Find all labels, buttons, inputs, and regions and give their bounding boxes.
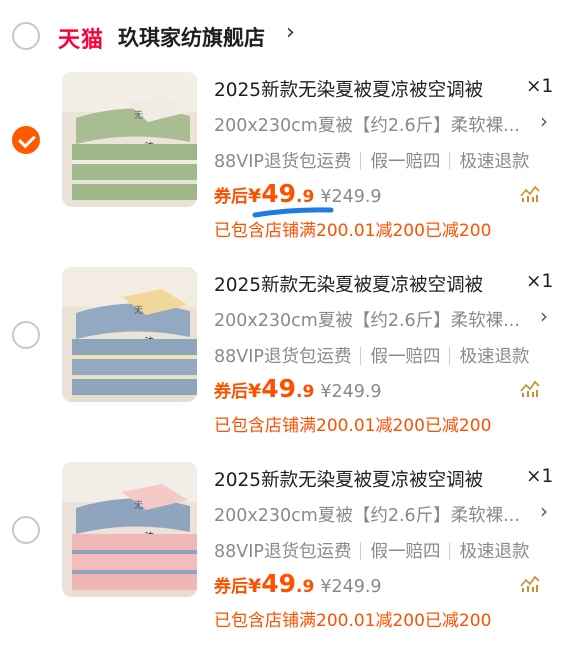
service-tag: 假一赔四 bbox=[370, 152, 441, 172]
product-thumbnail[interactable]: 无 染 bbox=[62, 462, 197, 597]
divider bbox=[449, 347, 451, 365]
price-decimal: .9 bbox=[296, 382, 315, 402]
service-tag: 88VIP退货包运费 bbox=[214, 347, 352, 367]
cart-item: 无 染 2025新款无染夏被夏凉被空调被 ×1 200x230cm夏被【约2.6… bbox=[0, 267, 576, 463]
product-title[interactable]: 2025新款无染夏被夏凉被空调被 bbox=[214, 271, 483, 297]
product-title[interactable]: 2025新款无染夏被夏凉被空调被 bbox=[214, 466, 483, 492]
service-tag: 88VIP退货包运费 bbox=[214, 152, 352, 172]
price-currency: ¥ bbox=[248, 185, 262, 207]
product-image: 无 染 bbox=[62, 462, 197, 597]
price-trend-icon[interactable] bbox=[520, 574, 540, 592]
price-trend-icon[interactable] bbox=[520, 184, 540, 202]
cart-item: 无 染 2025新款无染夏被夏凉被空调被 ×1 200x230cm夏被【约2.6… bbox=[0, 462, 576, 658]
product-spec[interactable]: 200x230cm夏被【约2.6斤】柔软裸... bbox=[214, 112, 520, 137]
price: 券后¥49.9 ¥249.9 bbox=[214, 179, 382, 208]
price-currency: ¥ bbox=[248, 380, 262, 402]
divider bbox=[360, 542, 362, 560]
product-spec[interactable]: 200x230cm夏被【约2.6斤】柔软裸... bbox=[214, 502, 520, 527]
price-integer: 49 bbox=[261, 374, 297, 403]
service-tags: 88VIP退货包运费 假一赔四 极速退款 bbox=[214, 538, 529, 563]
product-image: 无 染 bbox=[62, 267, 197, 402]
service-tag: 假一赔四 bbox=[370, 347, 441, 367]
divider bbox=[360, 152, 362, 170]
item-select-checkbox[interactable] bbox=[12, 516, 40, 544]
chevron-right-icon[interactable]: › bbox=[540, 109, 548, 133]
price-label: 券后 bbox=[214, 187, 248, 207]
promo-text: 已包含店铺满200.01减200已减200 bbox=[214, 221, 492, 241]
price-decimal: .9 bbox=[296, 577, 315, 597]
product-title[interactable]: 2025新款无染夏被夏凉被空调被 bbox=[214, 76, 483, 102]
original-price: ¥249.9 bbox=[320, 577, 382, 597]
promo-text: 已包含店铺满200.01减200已减200 bbox=[214, 416, 492, 436]
product-thumbnail[interactable]: 无 染 bbox=[62, 267, 197, 402]
product-image: 无 染 bbox=[62, 72, 197, 207]
quantity[interactable]: ×1 bbox=[526, 466, 553, 487]
service-tag: 88VIP退货包运费 bbox=[214, 542, 352, 562]
price-label: 券后 bbox=[214, 382, 248, 402]
svg-text:无: 无 bbox=[134, 110, 143, 121]
price-currency: ¥ bbox=[248, 575, 262, 597]
price: 券后¥49.9 ¥249.9 bbox=[214, 569, 382, 598]
tmall-logo: 天猫 bbox=[58, 28, 105, 53]
price: 券后¥49.9 ¥249.9 bbox=[214, 374, 382, 403]
divider bbox=[449, 542, 451, 560]
chevron-right-icon[interactable]: › bbox=[540, 304, 548, 328]
svg-text:无: 无 bbox=[134, 305, 143, 316]
price-integer: 49 bbox=[261, 569, 297, 598]
price-label: 券后 bbox=[214, 577, 248, 597]
price-trend-icon[interactable] bbox=[520, 379, 540, 397]
promo-text: 已包含店铺满200.01减200已减200 bbox=[214, 611, 492, 631]
product-spec[interactable]: 200x230cm夏被【约2.6斤】柔软裸... bbox=[214, 307, 520, 332]
service-tag: 极速退款 bbox=[459, 152, 530, 172]
store-header: 天猫 玖琪家纺旗舰店 › bbox=[0, 0, 576, 72]
item-select-checkbox[interactable] bbox=[12, 126, 40, 154]
chevron-right-icon[interactable]: › bbox=[540, 499, 548, 523]
product-thumbnail[interactable]: 无 染 bbox=[62, 72, 197, 207]
service-tags: 88VIP退货包运费 假一赔四 极速退款 bbox=[214, 343, 529, 368]
divider bbox=[360, 347, 362, 365]
chevron-right-icon[interactable]: › bbox=[286, 20, 295, 45]
service-tag: 极速退款 bbox=[459, 542, 530, 562]
price-integer: 49 bbox=[261, 179, 297, 208]
svg-text:无: 无 bbox=[134, 500, 143, 511]
original-price: ¥249.9 bbox=[320, 187, 382, 207]
quantity[interactable]: ×1 bbox=[526, 76, 553, 97]
divider bbox=[449, 152, 451, 170]
service-tag: 假一赔四 bbox=[370, 542, 441, 562]
service-tags: 88VIP退货包运费 假一赔四 极速退款 bbox=[214, 148, 529, 173]
quantity[interactable]: ×1 bbox=[526, 271, 553, 292]
price-decimal: .9 bbox=[296, 187, 315, 207]
item-select-checkbox[interactable] bbox=[12, 321, 40, 349]
service-tag: 极速退款 bbox=[459, 347, 530, 367]
store-select-radio[interactable] bbox=[12, 22, 40, 50]
store-name-link[interactable]: 玖琪家纺旗舰店 bbox=[118, 22, 265, 52]
cart-item: 无 染 2025新款无染夏被夏凉被空调被 ×1 200x230cm夏被【约2.6… bbox=[0, 72, 576, 268]
original-price: ¥249.9 bbox=[320, 382, 382, 402]
